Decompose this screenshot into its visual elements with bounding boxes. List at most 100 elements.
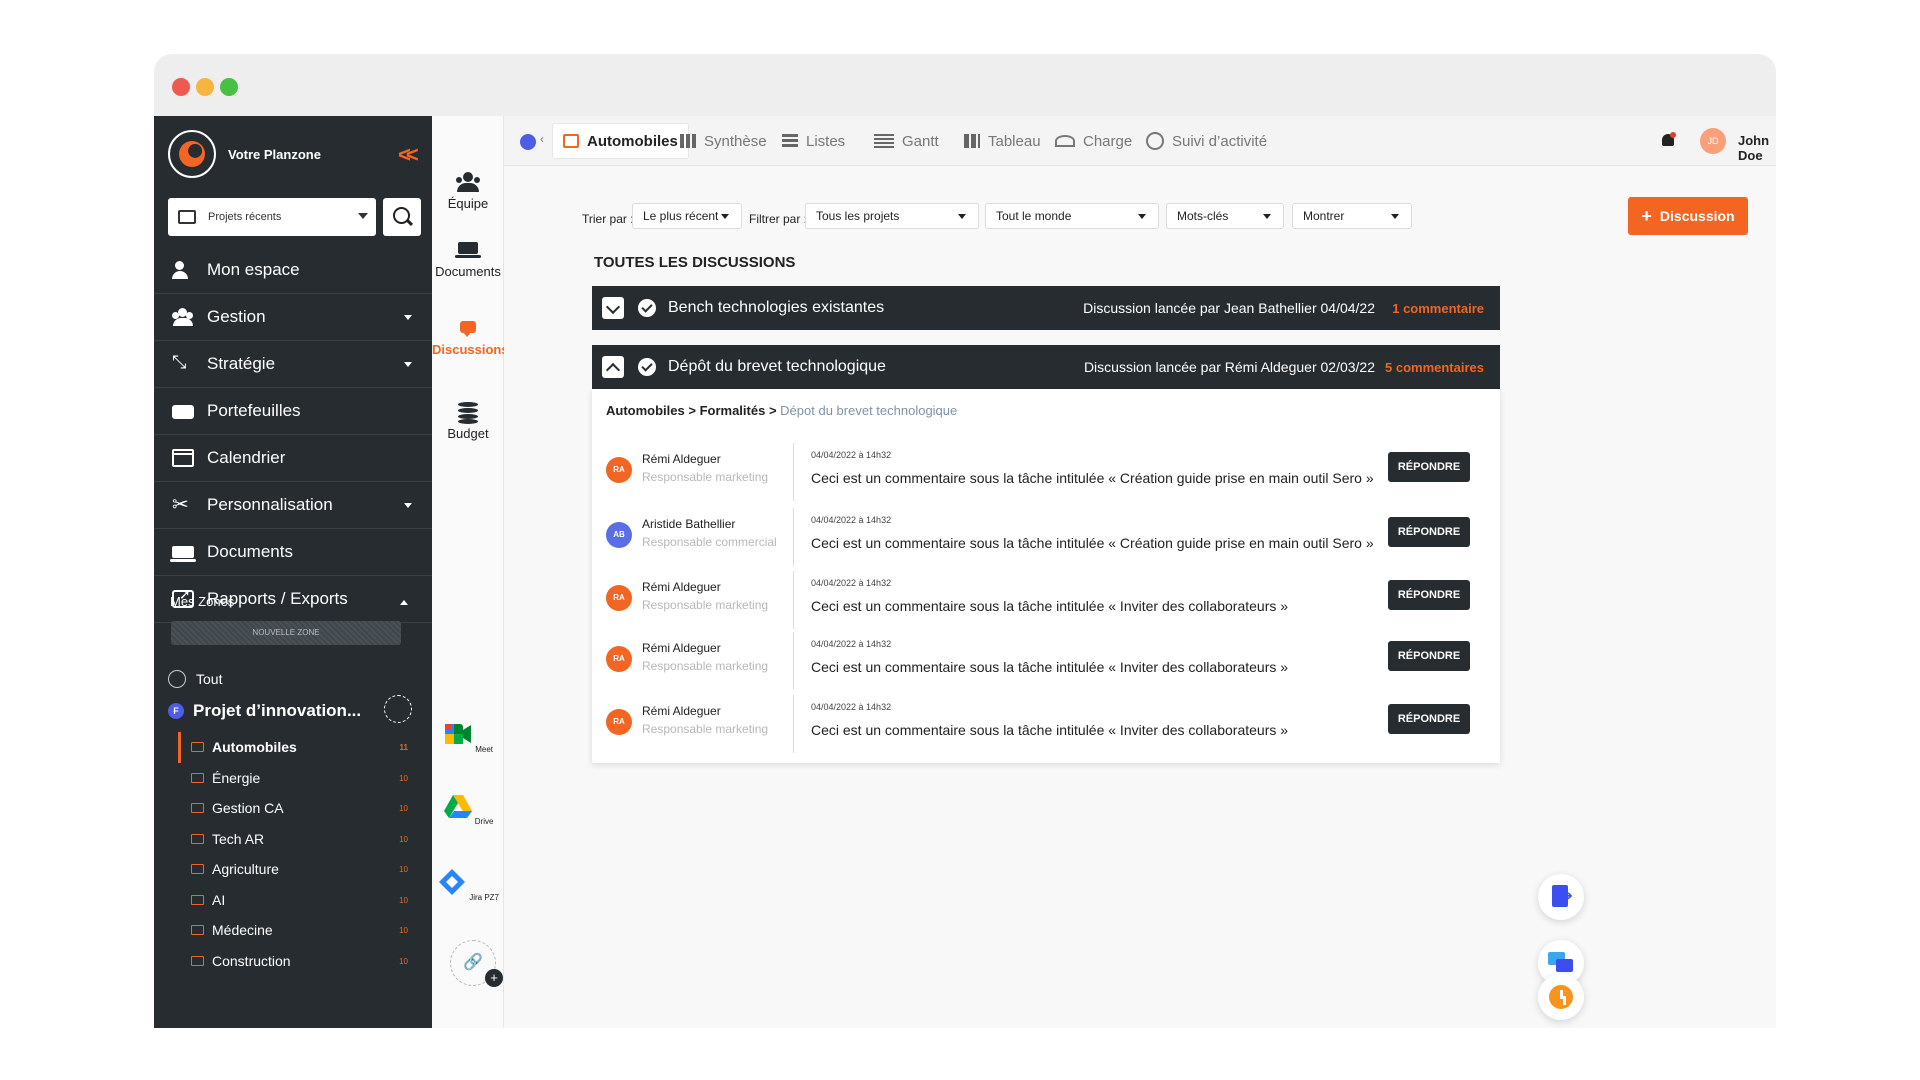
subproject-label: Construction [212,952,291,969]
sidebar-item-portefeuilles[interactable]: Portefeuilles [154,388,432,435]
project-filter-select[interactable]: Tous les projets [805,203,979,229]
coins-icon [455,402,481,422]
comment-text: Ceci est un commentaire sous la tâche in… [811,470,1374,486]
keywords-filter-select[interactable]: Mots-clés [1166,203,1284,229]
show-filter-select[interactable]: Montrer [1292,203,1412,229]
comment-row: RA Rémi Aldeguer Responsable marketing 0… [592,443,1500,507]
chevron-left-icon[interactable]: ‹ [540,132,544,146]
timer-icon[interactable] [1538,974,1584,1020]
folder-clock-icon [178,210,196,224]
team-icon [455,172,481,192]
sidebar-item-mon-espace[interactable]: Mon espace [154,247,432,294]
maximize-window-button[interactable] [220,78,238,96]
brand[interactable]: Votre Planzone [168,130,321,178]
comment-role: Responsable marketing [642,470,769,484]
project-switch-icon[interactable] [520,134,536,150]
subproject-medecine[interactable]: Médecine 10 [178,915,418,946]
tool-discussions[interactable]: Discussions [432,318,509,357]
gauge-icon [1055,135,1075,147]
jira-icon [438,869,465,895]
collapse-sidebar-icon[interactable]: << [398,142,419,168]
tab-charge[interactable]: Charge [1055,123,1132,159]
app-meet[interactable]: Meet [432,720,504,754]
tab-listes[interactable]: Listes [782,123,845,159]
avatar[interactable]: JD [1700,128,1726,154]
tab-automobiles[interactable]: Automobiles [552,123,689,159]
reply-button[interactable]: RÉPONDRE [1388,517,1470,547]
search-button[interactable] [383,198,421,236]
subproject-automobiles[interactable]: Automobiles 11 [178,732,418,763]
strategy-icon [172,352,194,373]
folder-icon [191,925,204,936]
discussion-header[interactable]: Dépôt du brevet technologique Discussion… [592,345,1500,389]
user-name[interactable]: John Doe [1738,133,1776,163]
breadcrumb-root[interactable]: Automobiles [606,403,685,418]
subproject-tech-ar[interactable]: Tech AR 10 [178,824,418,855]
notification-bell-icon[interactable] [1660,132,1676,150]
discussion-comment-count[interactable]: 1 commentaire [1392,301,1484,316]
sidebar-item-personnalisation[interactable]: Personnalisation [154,482,432,529]
reply-button[interactable]: RÉPONDRE [1388,452,1470,482]
subproject-ai[interactable]: AI 10 [178,885,418,916]
app-window: Votre Planzone << Projets récents Mon es… [154,54,1776,1028]
tab-gantt[interactable]: Gantt [874,123,939,159]
export-doc-icon[interactable] [1538,874,1584,920]
subproject-label: Médecine [212,922,273,939]
subproject-gestion-ca[interactable]: Gestion CA 10 [178,793,418,824]
tab-synthese[interactable]: Synthèse [680,123,767,159]
tool-documents[interactable]: Documents [432,240,504,279]
discussion-comment-count[interactable]: 5 commentaires [1385,360,1484,375]
subproject-energie[interactable]: Énergie 10 [178,763,418,794]
page-title: TOUTES LES DISCUSSIONS [594,254,796,271]
app-drive[interactable]: Drive [432,792,504,826]
expand-chevron-icon[interactable] [602,297,624,319]
new-discussion-button[interactable]: + Discussion [1628,197,1748,235]
sidebar-item-label: Gestion [207,307,266,326]
reply-button[interactable]: RÉPONDRE [1388,704,1470,734]
subproject-construction[interactable]: Construction 10 [178,946,418,977]
new-zone-button[interactable]: NOUVELLE ZONE [171,621,401,645]
close-window-button[interactable] [172,78,190,96]
tool-budget[interactable]: Budget [432,402,504,441]
discussion-header[interactable]: Bench technologies existantes Discussion… [592,286,1500,330]
comment-author: Rémi Aldeguer [642,452,721,466]
reply-button[interactable]: RÉPONDRE [1388,580,1470,610]
comment-author: Rémi Aldeguer [642,641,721,655]
sidebar-item-strategie[interactable]: Stratégie [154,341,432,388]
tab-bar: ‹ Automobiles Synthèse Listes Gantt Tabl… [504,116,1776,166]
tool-equipe[interactable]: Équipe [432,172,504,211]
comment-row: RA Rémi Aldeguer Responsable marketing 0… [592,571,1500,635]
table-icon [964,134,980,148]
app-jira[interactable]: Jira PZ7 [432,868,504,902]
collapse-chevron-icon[interactable] [602,356,624,378]
tab-label: Listes [806,132,846,150]
app-label: Drive [474,817,494,826]
tab-tableau[interactable]: Tableau [964,123,1041,159]
project-item[interactable]: F Projet d’innovation... [168,695,418,723]
minimize-window-button[interactable] [196,78,214,96]
filter-label: Filtrer par : [749,212,808,226]
chevron-up-icon[interactable] [400,600,408,605]
meet-icon [444,724,471,744]
tab-suivi-activite[interactable]: Suivi d’activité [1146,123,1267,159]
recent-projects-select[interactable]: Projets récents [168,198,376,236]
breadcrumb-mid[interactable]: Formalités [700,403,766,418]
folder-icon [191,864,204,875]
sidebar-item-gestion[interactable]: Gestion [154,294,432,341]
sidebar-item-documents[interactable]: Documents [154,529,432,576]
subproject-label: AI [212,891,226,908]
comment-role: Responsable marketing [642,598,769,612]
discussion-meta: Discussion lancée par Jean Bathellier 04… [1083,300,1375,316]
chat-icon [455,318,481,338]
add-folder-icon[interactable] [384,695,412,723]
subproject-label: Gestion CA [212,800,284,817]
folder-icon [191,742,204,753]
add-link-button[interactable]: 🔗 + [450,940,503,987]
sidebar-item-calendrier[interactable]: Calendrier [154,435,432,482]
reply-button[interactable]: RÉPONDRE [1388,641,1470,671]
subproject-agriculture[interactable]: Agriculture 10 [178,854,418,885]
people-filter-select[interactable]: Tout le monde [985,203,1159,229]
sort-select[interactable]: Le plus récent [632,203,742,229]
comment-date: 04/04/2022 à 14h32 [811,450,892,460]
zone-all[interactable]: Tout [168,670,222,688]
